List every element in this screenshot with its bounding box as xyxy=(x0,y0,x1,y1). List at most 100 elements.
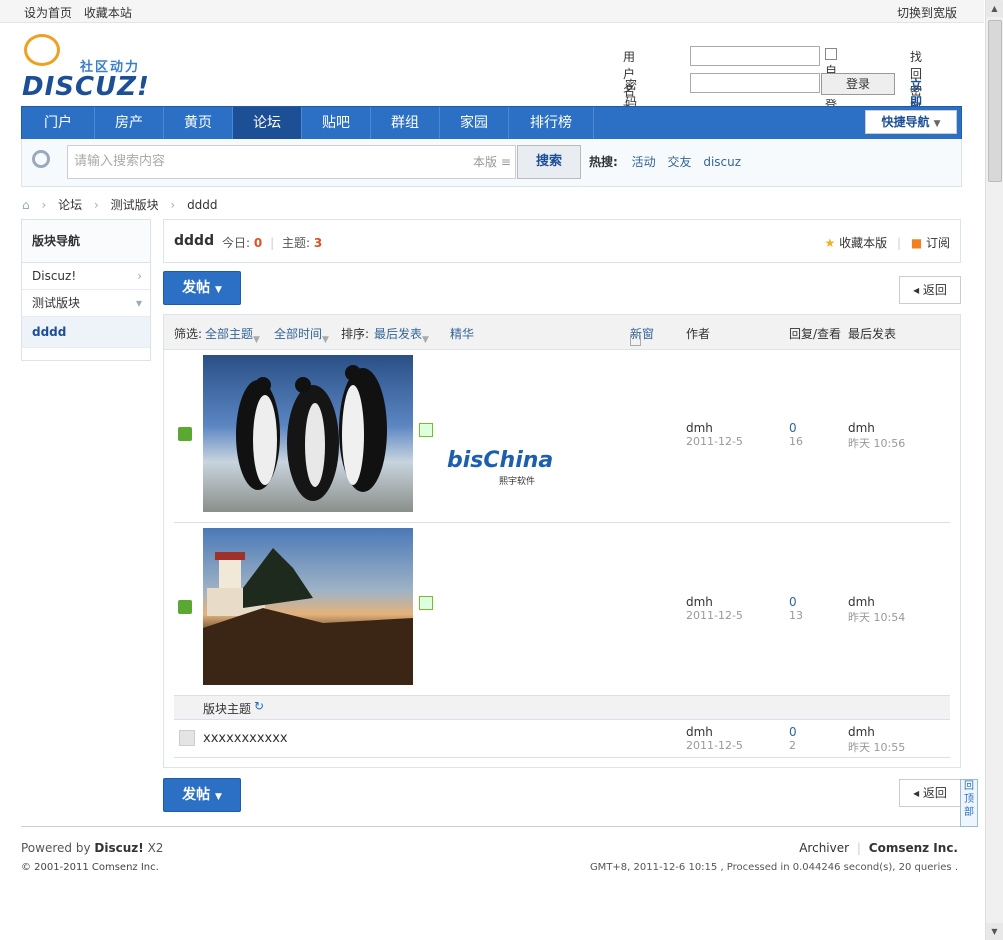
breadcrumb-forum[interactable]: 论坛 xyxy=(58,198,82,212)
password-label: 密码 xyxy=(625,78,638,109)
filter-label: 筛选: xyxy=(174,327,203,341)
footer: Powered by Discuz! X2 © 2001-2011 Comsen… xyxy=(21,826,960,873)
forum-sidebar: 版块导航 Discuz! › 测试版块 ▾ dddd xyxy=(21,219,151,361)
filter-all-topics[interactable]: 全部主题 ▼ xyxy=(205,325,260,345)
thread-counts: 0 13 xyxy=(789,595,803,622)
hot-link[interactable]: 活动 xyxy=(632,155,656,169)
thread-author[interactable]: dmh 2011-12-5 xyxy=(686,595,743,622)
table-row[interactable]: dmh 2011-12-5 0 13 dmh 昨天 10:54 xyxy=(174,523,950,696)
chevron-down-icon: ▼ xyxy=(214,285,222,295)
sort-select[interactable]: 最后发表 ▼ xyxy=(374,325,429,345)
hot-search: 热搜: 活动 交友 discuz xyxy=(589,153,741,170)
search-bar: 请输入搜索内容 本版 ≡ 搜索 热搜: 活动 交友 discuz xyxy=(21,139,962,187)
nav-item-tieba[interactable]: 贴吧 xyxy=(302,107,371,139)
thread-author[interactable]: dmh 2011-12-5 xyxy=(686,725,743,752)
subscribe-link[interactable]: ■ 订阅 xyxy=(911,236,950,250)
thread-counts: 0 16 xyxy=(789,421,803,448)
password-input[interactable] xyxy=(690,73,820,93)
col-last-post: 最后发表 xyxy=(848,327,897,341)
thread-last-post[interactable]: dmh 昨天 10:54 xyxy=(848,595,905,625)
search-button[interactable]: 搜索 xyxy=(517,145,581,179)
hot-link[interactable]: discuz xyxy=(703,155,741,169)
footer-links: Archiver | Comsenz Inc. xyxy=(799,841,958,855)
forum-header: dddd 今日: 0 | 主题: 3 ★ 收藏本版 | ■ 订阅 xyxy=(163,219,961,263)
breadcrumb-current[interactable]: dddd xyxy=(187,198,217,212)
thread-last-post[interactable]: dmh 昨天 10:56 xyxy=(848,421,905,451)
breadcrumb: ⌂ › 论坛 › 测试版块 › dddd xyxy=(22,198,218,212)
sidebar-item-test[interactable]: 测试版块 ▾ xyxy=(22,290,150,317)
username-input[interactable] xyxy=(690,46,820,66)
col-author: 作者 xyxy=(686,327,711,341)
penguins-image[interactable] xyxy=(203,355,413,512)
bischina-logo: bisChina 熙宇软件 xyxy=(447,448,554,487)
filter-all-time[interactable]: 全部时间 ▼ xyxy=(274,325,329,345)
forum-stats: 今日: 0 | 主题: 3 xyxy=(222,236,323,250)
bookmark-link[interactable]: 收藏本站 xyxy=(84,6,132,20)
chevron-down-icon: ▼ xyxy=(214,792,222,802)
chevron-right-icon: › xyxy=(137,269,142,283)
copyright: © 2001-2011 Comsenz Inc. xyxy=(21,862,159,873)
set-home-link[interactable]: 设为首页 xyxy=(24,6,72,20)
archiver-link[interactable]: Archiver xyxy=(799,841,849,855)
page-scrollbar[interactable]: ▲ ▼ xyxy=(985,0,1003,940)
sort-label: 排序: xyxy=(341,327,370,341)
logo-text: DISCUZ! xyxy=(22,72,150,102)
section-divider: 版块主题 ↻ xyxy=(174,696,950,720)
search-scope-select[interactable]: 本版 ≡ xyxy=(469,145,516,179)
new-post-button-bottom[interactable]: 发帖 ▼ xyxy=(163,778,241,812)
nav-item-house[interactable]: 房产 xyxy=(95,107,164,139)
back-to-top-button[interactable]: 回顶部 xyxy=(960,779,978,827)
thread-author[interactable]: dmh 2011-12-5 xyxy=(686,421,743,448)
sidebar-item-dddd[interactable]: dddd xyxy=(22,317,150,348)
arrow-up-icon xyxy=(178,427,192,441)
top-bar: 设为首页 收藏本站 切换到宽版 xyxy=(0,0,984,23)
switch-width-link[interactable]: 切换到宽版 xyxy=(897,4,957,21)
breadcrumb-section[interactable]: 测试版块 xyxy=(111,198,159,212)
thread-last-post[interactable]: dmh 昨天 10:55 xyxy=(848,725,905,755)
back-button[interactable]: ◂ 返回 xyxy=(899,276,961,304)
powered-by: Powered by Discuz! X2 xyxy=(21,841,164,855)
thread-title[interactable]: xxxxxxxxxxx xyxy=(203,731,288,746)
hot-label: 热搜: xyxy=(589,155,618,169)
sidebar-title: 版块导航 xyxy=(22,220,150,263)
filter-digest[interactable]: 精华 xyxy=(450,325,474,342)
scroll-down-arrow-icon[interactable]: ▼ xyxy=(986,923,1003,940)
thread-counts: 02 xyxy=(789,725,797,752)
refresh-icon[interactable]: ↻ xyxy=(254,699,264,713)
site-logo[interactable]: 社区动力 DISCUZ! xyxy=(22,34,152,102)
nav-item-forum[interactable]: 论坛 xyxy=(233,107,302,139)
image-attachment-icon xyxy=(419,596,433,610)
back-button-bottom[interactable]: ◂ 返回 xyxy=(899,779,961,807)
sidebar-item-discuz[interactable]: Discuz! › xyxy=(22,263,150,290)
forum-title: dddd xyxy=(174,233,215,249)
favorite-forum-link[interactable]: ★ 收藏本版 xyxy=(825,236,888,250)
footer-stats: GMT+8, 2011-12-6 10:15 , Processed in 0.… xyxy=(589,862,958,873)
new-window-checkbox[interactable]: 新窗 xyxy=(630,325,654,346)
thread-filter-bar: 筛选: 全部主题 ▼ 全部时间 ▼ 排序: 最后发表 ▼ 精华 新窗 作者 回复… xyxy=(164,315,960,350)
nav-item-ranking[interactable]: 排行榜 xyxy=(509,107,594,139)
new-post-button[interactable]: 发帖 ▼ xyxy=(163,271,241,305)
table-row[interactable]: xxxxxxxxxxx dmh 2011-12-5 02 dmh 昨天 10:55 xyxy=(174,720,950,758)
quick-nav-button[interactable]: 快捷导航 ▼ xyxy=(865,110,957,134)
scroll-up-arrow-icon[interactable]: ▲ xyxy=(986,0,1003,17)
search-input[interactable]: 请输入搜索内容 xyxy=(67,145,475,179)
triangle-left-icon: ◂ xyxy=(913,786,920,800)
login-button[interactable]: 登录 xyxy=(821,73,895,95)
chevron-down-icon: ▼ xyxy=(933,119,941,129)
table-row[interactable]: bisChina 熙宇软件 dmh 2011-12-5 0 16 dmh 昨天 10:… xyxy=(174,350,950,523)
nav-item-portal[interactable]: 门户 xyxy=(22,107,95,139)
nav-item-yellowpages[interactable]: 黄页 xyxy=(164,107,233,139)
company-link[interactable]: Comsenz Inc. xyxy=(869,841,958,855)
star-icon: ★ xyxy=(824,236,836,250)
section-label: 版块主题 xyxy=(203,702,252,716)
rss-icon: ■ xyxy=(910,236,923,250)
hot-link[interactable]: 交友 xyxy=(667,155,691,169)
scroll-thumb[interactable] xyxy=(988,20,1002,182)
nav-item-home[interactable]: 家园 xyxy=(440,107,509,139)
nav-item-group[interactable]: 群组 xyxy=(371,107,440,139)
home-icon[interactable]: ⌂ xyxy=(22,198,30,212)
main-nav: 门户 房产 黄页 论坛 贴吧 群组 家园 排行榜 快捷导航 ▼ xyxy=(21,106,962,140)
search-icon xyxy=(32,150,50,168)
triangle-left-icon: ◂ xyxy=(913,283,920,297)
lighthouse-image[interactable] xyxy=(203,528,413,685)
